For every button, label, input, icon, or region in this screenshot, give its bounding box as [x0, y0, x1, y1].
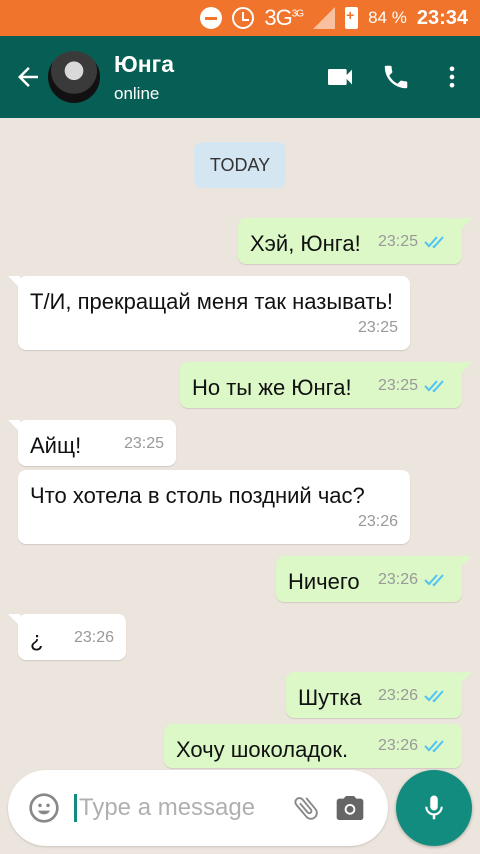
message-meta: 23:26 — [74, 622, 114, 654]
read-ticks-icon — [424, 740, 444, 753]
contact-status: online — [114, 83, 160, 103]
message-time: 23:26 — [73, 629, 114, 646]
message-time: 23:26 — [377, 687, 418, 704]
alarm-icon — [232, 7, 255, 29]
message-composer — [8, 770, 388, 846]
message-incoming[interactable]: Что хотела в столь поздний час? 23:26 — [18, 470, 410, 544]
message-incoming[interactable]: Т/И, прекращай меня так называть! 23:25 — [8, 276, 410, 350]
message-meta: 23:26 — [378, 564, 450, 596]
read-ticks-icon — [424, 380, 444, 393]
message-incoming[interactable]: Айщ! 23:25 — [8, 420, 176, 466]
message-time: 23:25 — [357, 319, 398, 336]
signal-icon — [313, 7, 336, 29]
message-meta: 23:25 — [124, 428, 164, 460]
emoji-icon — [29, 793, 59, 823]
message-meta: 23:26 — [378, 680, 450, 712]
message-meta: 23:25 — [358, 312, 398, 344]
message-meta: 23:26 — [358, 506, 398, 538]
message-text: Но ты же Юнга! — [192, 375, 352, 400]
message-time: 23:25 — [377, 233, 418, 250]
camera-button[interactable] — [328, 786, 372, 830]
voice-record-button[interactable] — [396, 770, 472, 846]
message-text: ¿ — [30, 627, 44, 652]
message-outgoing[interactable]: Ничего 23:26 — [276, 556, 472, 602]
avatar[interactable] — [48, 51, 100, 103]
attach-button[interactable] — [284, 786, 328, 830]
camera-icon — [336, 796, 364, 820]
more-options-button[interactable] — [430, 55, 474, 99]
message-text: Шутка — [298, 685, 362, 710]
emoji-button[interactable] — [14, 778, 74, 838]
phone-icon — [384, 65, 408, 89]
read-ticks-icon — [424, 574, 444, 587]
message-text: Айщ! — [30, 433, 82, 458]
read-ticks-icon — [424, 690, 444, 703]
paperclip-icon — [294, 797, 318, 820]
microphone-icon — [425, 795, 443, 820]
message-input[interactable] — [74, 794, 284, 822]
message-text: Т/И, прекращай меня так называть! — [30, 289, 394, 314]
network-type-small: 3G — [291, 8, 304, 20]
chat-header: Юнга online — [0, 36, 480, 118]
message-time: 23:25 — [123, 435, 164, 452]
message-text: Хочу шоколадок. — [176, 737, 349, 762]
message-time: 23:25 — [377, 377, 418, 394]
contact-name: Юнга — [114, 50, 174, 77]
back-arrow-icon — [18, 67, 38, 87]
message-meta: 23:25 — [378, 370, 450, 402]
more-vert-icon — [449, 66, 455, 88]
status-bar: 3G3G 84 % 23:34 — [0, 0, 480, 36]
back-button[interactable] — [6, 55, 50, 99]
message-incoming[interactable]: ¿ 23:26 — [8, 614, 126, 660]
message-outgoing[interactable]: Но ты же Юнга! 23:25 — [180, 362, 472, 408]
battery-icon — [345, 7, 359, 29]
message-outgoing[interactable]: Шутка 23:26 — [286, 672, 472, 718]
message-meta: 23:25 — [378, 226, 450, 258]
message-text: Что хотела в столь поздний час? — [30, 483, 365, 508]
video-call-icon — [328, 69, 352, 85]
message-text: Хэй, Юнга! — [250, 231, 361, 256]
message-outgoing[interactable]: Хэй, Юнга! 23:25 — [238, 218, 472, 264]
message-time: 23:26 — [377, 737, 418, 754]
message-time: 23:26 — [377, 571, 418, 588]
battery-percent: 84 % — [368, 8, 407, 27]
clock: 23:34 — [416, 6, 468, 29]
message-outgoing[interactable]: Хочу шоколадок. 23:26 — [164, 724, 462, 768]
video-call-button[interactable] — [318, 55, 362, 99]
message-time: 23:26 — [357, 513, 398, 530]
message-text: Ничего — [288, 569, 360, 594]
do-not-disturb-icon — [200, 7, 223, 29]
read-ticks-icon — [424, 236, 444, 249]
contact-info[interactable]: Юнга online — [114, 51, 318, 104]
network-type: 3G3G — [264, 5, 304, 30]
chat-area[interactable]: TODAY Хэй, Юнга! 23:25 Т/И, прекращай ме… — [0, 118, 480, 768]
date-divider: TODAY — [194, 142, 286, 188]
message-meta: 23:26 — [378, 730, 450, 762]
voice-call-button[interactable] — [374, 55, 418, 99]
